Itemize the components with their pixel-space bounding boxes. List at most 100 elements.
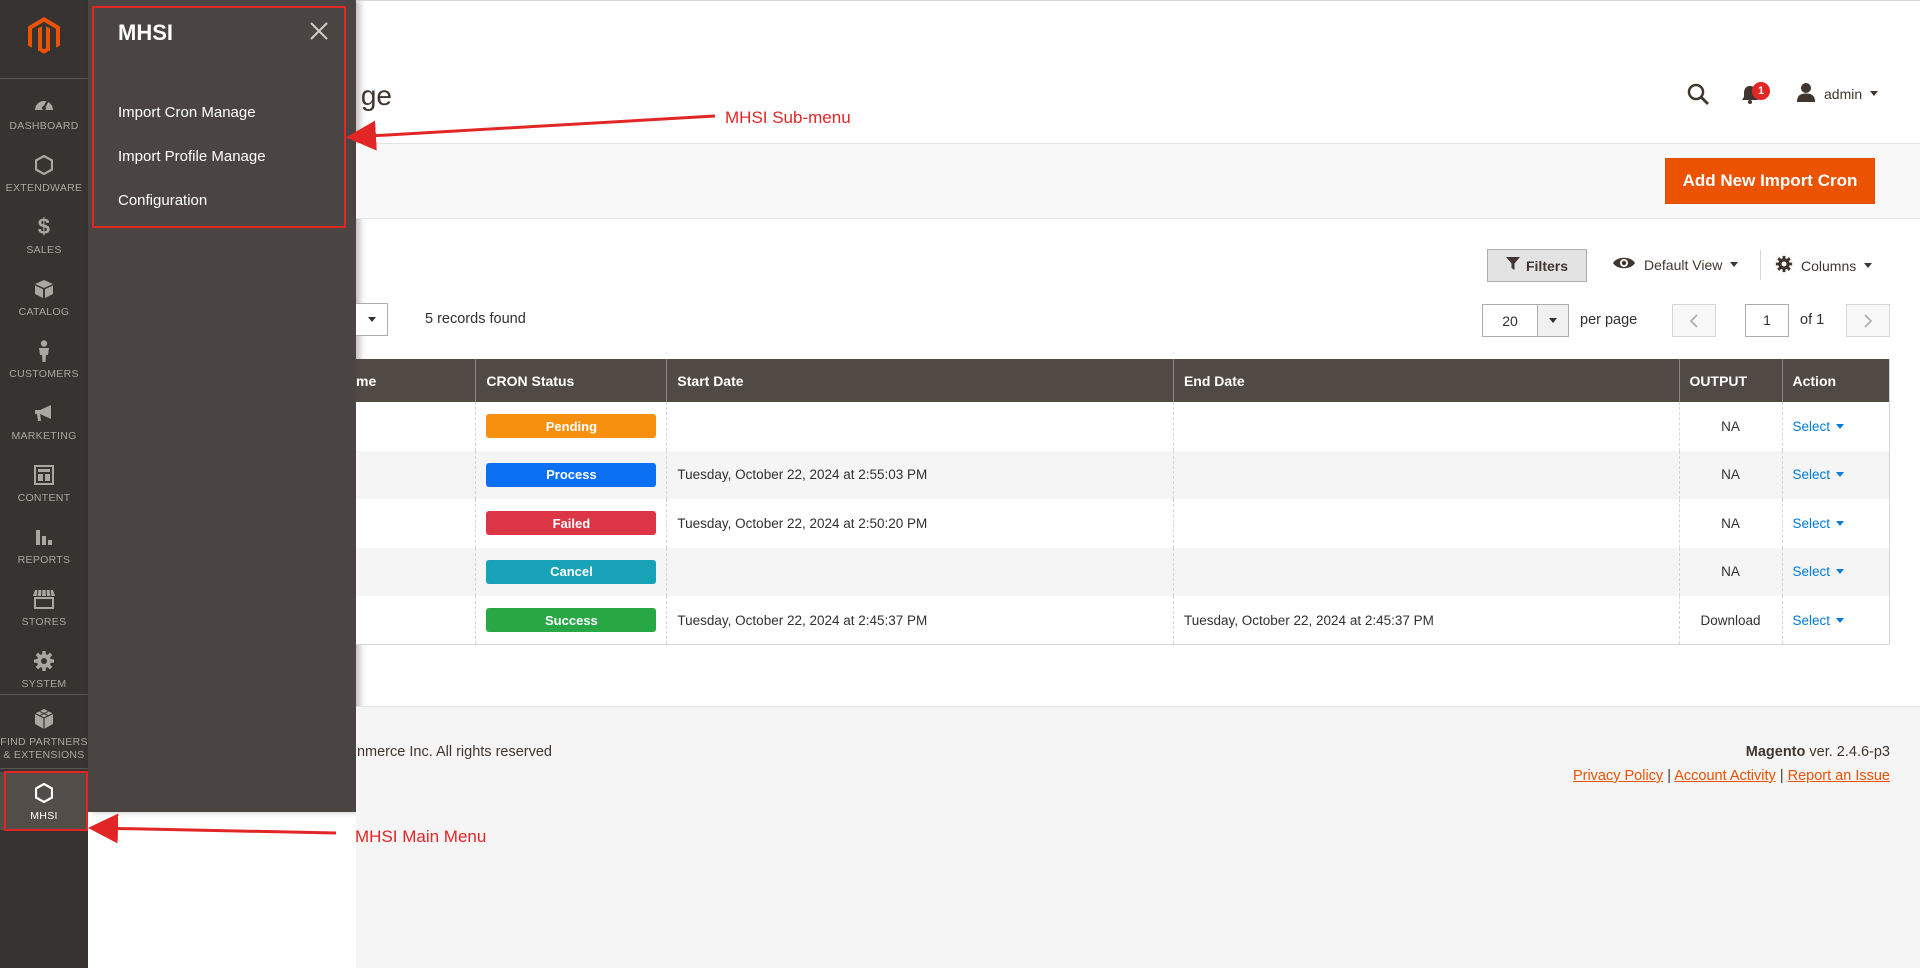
megaphone-icon: [31, 400, 57, 426]
dollar-icon: $: [37, 213, 51, 239]
total-pages-label: of 1: [1800, 312, 1825, 328]
add-new-import-cron-button[interactable]: Add New Import Cron: [1665, 158, 1875, 204]
nav-item-catalog[interactable]: CATALOG: [0, 266, 88, 328]
default-view-label: Default View: [1644, 256, 1723, 273]
start-date-cell: [666, 402, 1174, 451]
nav-separator: [0, 768, 88, 769]
chevron-down-icon: [1836, 617, 1845, 623]
download-output-link[interactable]: Download: [1678, 596, 1782, 645]
nav-item-stores[interactable]: STORES: [0, 576, 88, 638]
row-action-select[interactable]: Select: [1793, 467, 1845, 482]
row-action-select[interactable]: Select: [1793, 516, 1845, 531]
nav-item-content[interactable]: CONTENT: [0, 452, 88, 514]
per-page-value: 20: [1483, 305, 1538, 336]
column-header-output[interactable]: OUTPUT: [1678, 359, 1782, 402]
table-header-row: me CRON Status Start Date End Date OUTPU…: [356, 359, 1890, 402]
layout-icon: [31, 462, 57, 488]
annotation-main-menu-label: MHSI Main Menu: [355, 827, 487, 846]
chevron-down-icon: [1870, 91, 1879, 96]
action-cell: Select: [1781, 499, 1890, 548]
nav-label: REPORTS: [17, 553, 71, 566]
status-cell: Cancel: [475, 547, 667, 596]
output-cell: NA: [1678, 450, 1782, 499]
name-cell: [356, 596, 476, 645]
nav-item-extendware[interactable]: EXTENDWARE: [0, 142, 88, 204]
status-cell: Failed: [475, 499, 667, 548]
column-header-end-date[interactable]: End Date: [1172, 359, 1680, 402]
privacy-policy-link[interactable]: Privacy Policy: [1573, 768, 1663, 784]
filter-icon: [1505, 257, 1520, 274]
user-icon: [1796, 82, 1816, 105]
table-row: Cancel NA Select: [356, 547, 1890, 596]
output-cell: NA: [1678, 402, 1782, 451]
end-date-cell: Tuesday, October 22, 2024 at 2:45:37 PM: [1172, 596, 1680, 645]
end-date-cell: [1172, 450, 1680, 499]
annotation-highlight-main-menu: [4, 771, 88, 831]
column-header-start-date[interactable]: Start Date: [666, 359, 1174, 402]
output-cell: NA: [1678, 547, 1782, 596]
hexagon-icon: [31, 152, 57, 178]
submenu-link-import-cron-manage[interactable]: Import Cron Manage: [118, 104, 256, 121]
admin-user-menu[interactable]: admin: [1796, 82, 1879, 105]
column-header-action: Action: [1781, 359, 1890, 402]
chevron-left-icon: [1689, 313, 1698, 328]
previous-page-button[interactable]: [1672, 304, 1716, 337]
row-action-select[interactable]: Select: [1793, 613, 1845, 628]
mhsi-submenu: MHSI Import Cron Manage Import Profile M…: [88, 0, 356, 812]
nav-separator: [0, 78, 88, 79]
end-date-cell: [1172, 547, 1680, 596]
mass-actions-dropdown[interactable]: [356, 303, 388, 336]
footer-links: Privacy Policy | Account Activity | Repo…: [1573, 768, 1890, 784]
status-badge: Pending: [486, 414, 657, 439]
output-cell: NA: [1678, 499, 1782, 548]
magento-logo-icon: [28, 17, 60, 54]
nav-label: CATALOG: [18, 305, 70, 318]
admin-username: admin: [1824, 85, 1863, 102]
end-date-cell: [1172, 499, 1680, 548]
action-cell: Select: [1781, 596, 1890, 645]
annotation-arrow-submenu: [346, 114, 716, 151]
chevron-down-icon: [1836, 472, 1845, 478]
status-cell: Pending: [475, 402, 667, 451]
action-cell: Select: [1781, 547, 1890, 596]
nav-item-find-partners[interactable]: FIND PARTNERS & EXTENSIONS: [0, 700, 88, 768]
filters-button[interactable]: Filters: [1487, 249, 1587, 282]
nav-label: CUSTOMERS: [9, 367, 79, 380]
submenu-link-configuration[interactable]: Configuration: [118, 192, 207, 209]
start-date-cell: Tuesday, October 22, 2024 at 2:45:37 PM: [666, 596, 1174, 645]
gear-icon: [1775, 255, 1793, 276]
status-cell: Process: [475, 450, 667, 499]
bar-chart-icon: [31, 524, 57, 550]
chevron-down-icon: [1836, 569, 1845, 575]
storefront-icon: [31, 586, 57, 612]
current-page-input[interactable]: 1: [1745, 304, 1789, 337]
table-row: Process Tuesday, October 22, 2024 at 2:5…: [356, 450, 1890, 499]
columns-dropdown[interactable]: Columns: [1775, 255, 1873, 276]
search-icon[interactable]: [1686, 82, 1710, 111]
row-action-select[interactable]: Select: [1793, 419, 1845, 434]
default-view-dropdown[interactable]: Default View: [1612, 255, 1739, 274]
column-header-name[interactable]: me: [356, 359, 476, 402]
account-activity-link[interactable]: Account Activity: [1674, 768, 1776, 784]
report-issue-link[interactable]: Report an Issue: [1788, 768, 1890, 784]
nav-item-marketing[interactable]: MARKETING: [0, 390, 88, 452]
table-row: Failed Tuesday, October 22, 2024 at 2:50…: [356, 499, 1890, 548]
nav-item-system[interactable]: SYSTEM: [0, 638, 88, 700]
nav-item-customers[interactable]: CUSTOMERS: [0, 328, 88, 390]
nav-item-dashboard[interactable]: DASHBOARD: [0, 80, 88, 142]
next-page-button[interactable]: [1846, 304, 1890, 337]
magento-logo[interactable]: [0, 0, 88, 72]
submenu-link-import-profile-manage[interactable]: Import Profile Manage: [118, 148, 266, 165]
chevron-down-icon: [1864, 263, 1873, 268]
nav-label: SYSTEM: [21, 677, 67, 690]
name-cell: [356, 547, 476, 596]
page-title: ge: [360, 80, 392, 111]
nav-item-reports[interactable]: REPORTS: [0, 514, 88, 576]
magento-version: Magento ver. 2.4.6-p3: [1746, 744, 1890, 760]
column-header-cron-status[interactable]: CRON Status: [475, 359, 667, 402]
box-icon: [31, 276, 57, 302]
row-action-select[interactable]: Select: [1793, 564, 1845, 579]
nav-item-sales[interactable]: $ SALES: [0, 204, 88, 266]
close-icon[interactable]: [308, 20, 330, 42]
per-page-select[interactable]: 20: [1482, 304, 1569, 337]
